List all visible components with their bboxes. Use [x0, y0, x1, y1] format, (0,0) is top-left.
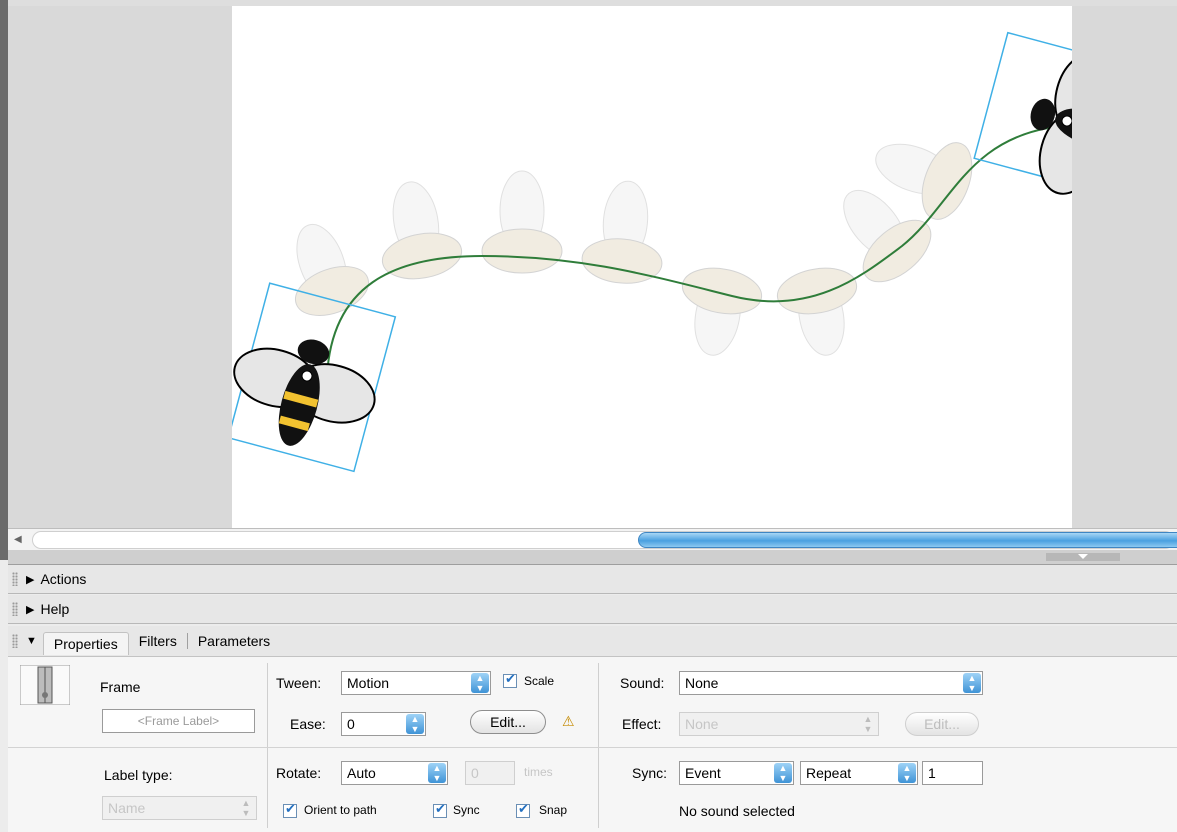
- sound-select[interactable]: None ▲ ▼: [679, 671, 983, 695]
- panel-grip-icon[interactable]: [12, 602, 18, 616]
- scroll-thumb[interactable]: [638, 532, 1177, 548]
- bee-end-keyframe: [973, 31, 1164, 201]
- effect-edit-button[interactable]: Edit...: [905, 712, 979, 736]
- effect-select[interactable]: None ▲ ▼: [679, 712, 879, 736]
- warning-icon[interactable]: ⚠: [562, 713, 575, 730]
- section-divider: [598, 663, 599, 828]
- select-arrows-icon[interactable]: ▲ ▼: [859, 714, 877, 734]
- tween-select[interactable]: Motion ▲ ▼: [341, 671, 491, 695]
- snap-checkbox[interactable]: [516, 801, 530, 818]
- rotate-select-value: Auto: [347, 765, 376, 781]
- rotate-times-input[interactable]: 0: [465, 761, 515, 785]
- expand-arrow-icon[interactable]: ▶: [26, 603, 34, 616]
- sync-tween-label: Sync: [453, 803, 480, 817]
- sync-label: Sync:: [632, 765, 668, 781]
- label-type-select[interactable]: Name ▲ ▼: [102, 796, 257, 820]
- tween-select-value: Motion: [347, 675, 390, 691]
- row-divider: [8, 747, 1177, 748]
- onion-skin-frames: [295, 142, 973, 356]
- frame-label-input[interactable]: <Frame Label>: [102, 709, 255, 733]
- tween-label: Tween:: [276, 675, 322, 691]
- tab-parameters[interactable]: Parameters: [188, 633, 280, 649]
- panel-grip-icon[interactable]: [12, 572, 18, 586]
- actions-panel-title: Actions: [40, 571, 87, 587]
- scale-label: Scale: [524, 674, 555, 688]
- orient-to-path-label: Orient to path: [304, 803, 377, 817]
- select-arrows-icon[interactable]: ▲ ▼: [428, 763, 446, 783]
- repeat-select[interactable]: Repeat ▲ ▼: [800, 761, 918, 785]
- select-arrows-icon[interactable]: ▲ ▼: [237, 798, 255, 818]
- effect-select-value: None: [685, 716, 719, 732]
- times-label: times: [524, 765, 553, 779]
- ease-value: 0: [347, 716, 355, 732]
- help-panel-header[interactable]: ▶ Help: [8, 595, 1177, 624]
- select-arrows-icon[interactable]: ▲ ▼: [898, 763, 916, 783]
- sound-select-value: None: [685, 675, 719, 691]
- collapse-arrow-icon[interactable]: ▼: [26, 635, 37, 647]
- scale-checkbox[interactable]: [503, 671, 517, 688]
- ease-slider-arrows-icon[interactable]: ▲ ▼: [406, 714, 424, 734]
- label-type-value: Name: [108, 800, 146, 816]
- repeat-count-input[interactable]: 1: [922, 761, 983, 785]
- orient-to-path-checkbox[interactable]: [283, 801, 297, 818]
- window-left-edge: [0, 0, 8, 560]
- splitter-collapse-icon[interactable]: [1046, 553, 1120, 561]
- sync-tween-checkbox[interactable]: [433, 801, 447, 818]
- sync-select-value: Event: [685, 765, 721, 781]
- ease-input[interactable]: 0 ▲ ▼: [341, 712, 426, 736]
- repeat-select-value: Repeat: [806, 765, 852, 781]
- panel-grip-icon[interactable]: [12, 634, 18, 648]
- properties-panel-header: ▼ Properties Filters Parameters: [8, 626, 1177, 657]
- snap-label: Snap: [539, 803, 568, 817]
- effect-label: Effect:: [622, 716, 662, 732]
- ease-label: Ease:: [290, 716, 326, 732]
- stage-canvas[interactable]: [227, 6, 1164, 528]
- sound-status-text: No sound selected: [679, 803, 795, 819]
- actions-panel-header[interactable]: ▶ Actions: [8, 565, 1177, 594]
- sync-select[interactable]: Event ▲ ▼: [679, 761, 794, 785]
- select-arrows-icon[interactable]: ▲ ▼: [963, 673, 981, 693]
- motion-tween-artwork: [227, 31, 1164, 473]
- ease-edit-button[interactable]: Edit...: [470, 710, 546, 734]
- frame-title: Frame: [100, 679, 141, 695]
- rotate-label: Rotate:: [276, 765, 322, 781]
- select-arrows-icon[interactable]: ▲ ▼: [471, 673, 489, 693]
- section-divider: [267, 663, 268, 828]
- select-arrows-icon[interactable]: ▲ ▼: [774, 763, 792, 783]
- rotate-select[interactable]: Auto ▲ ▼: [341, 761, 448, 785]
- label-type-label: Label type:: [104, 767, 173, 783]
- panel-splitter[interactable]: [8, 550, 1177, 565]
- frame-icon: [20, 665, 70, 705]
- tab-properties[interactable]: Properties: [42, 632, 129, 655]
- stage-horizontal-scrollbar[interactable]: ◀: [8, 528, 1177, 551]
- help-panel-title: Help: [40, 601, 70, 617]
- properties-panel: Frame <Frame Label> Tween: Motion ▲▼ Sca…: [8, 656, 1177, 832]
- sound-label: Sound:: [620, 675, 665, 691]
- scroll-left-arrow-icon[interactable]: ◀: [14, 534, 22, 545]
- expand-arrow-icon[interactable]: ▶: [26, 573, 34, 586]
- tab-filters[interactable]: Filters: [129, 633, 187, 649]
